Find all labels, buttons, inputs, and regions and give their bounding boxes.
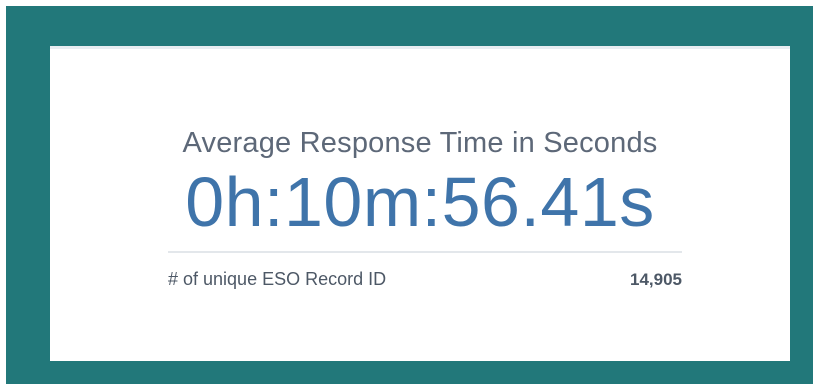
secondary-metric-value: 14,905 [630,270,682,289]
metric-card: Average Response Time in Seconds 0h:10m:… [50,46,790,361]
metric-value: 0h:10m:56.41s [185,163,655,241]
metric-title: Average Response Time in Seconds [182,127,658,159]
secondary-metric-label: # of unique ESO Record ID [168,269,387,289]
widget-frame: Average Response Time in Seconds 0h:10m:… [6,6,813,384]
secondary-metric-row: # of unique ESO Record ID 14,905 [168,269,682,290]
divider [168,251,682,253]
